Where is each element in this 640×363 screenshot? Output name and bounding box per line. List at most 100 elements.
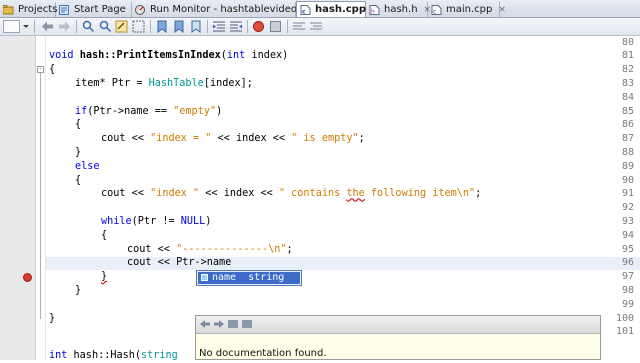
code-token: " is empty" <box>291 133 359 145</box>
code-token: " contains <box>278 188 347 200</box>
toggle-rectangular-selection-icon[interactable] <box>132 20 146 33</box>
line-number: 94 <box>621 229 634 241</box>
code-token: cout << <box>101 133 151 145</box>
toolbar-separator <box>207 20 208 33</box>
forward-icon[interactable] <box>58 20 72 33</box>
next-bookmark-icon[interactable] <box>172 20 186 33</box>
documentation-text: No documentation found. <box>199 348 327 359</box>
toggle-bookmark-icon[interactable] <box>189 20 203 33</box>
code-token: cout << <box>127 243 177 255</box>
svg-text:c: c <box>302 8 306 15</box>
line-number: 96 <box>621 257 634 269</box>
stop-macro-icon[interactable] <box>269 20 283 33</box>
code-token: "index = " <box>150 133 212 145</box>
code-line-86[interactable]: { <box>75 118 81 132</box>
doc-open-browser-icon[interactable] <box>241 319 253 329</box>
toolbar-separator <box>34 20 35 33</box>
code-token: ) <box>216 105 223 117</box>
line-number: 101 <box>615 326 634 338</box>
line-number: 83 <box>621 78 634 89</box>
svg-text:c: c <box>433 8 436 15</box>
line-number: 90 <box>621 174 634 186</box>
cpp-file-icon: c <box>431 4 442 15</box>
code-token: "--------------\n" <box>176 243 287 255</box>
code-line-96[interactable]: cout << Ptr->name <box>127 256 231 270</box>
editor-toolbar <box>0 18 640 36</box>
code-line-100[interactable]: } <box>49 312 55 326</box>
code-token: (Ptr->name == <box>87 105 174 117</box>
tab-run-monitor[interactable]: Run Monitor - hashtablevideo × <box>132 2 311 17</box>
code-token: while <box>101 216 132 227</box>
find-next-icon[interactable] <box>98 20 112 33</box>
field-icon <box>201 274 208 281</box>
uncomment-icon[interactable] <box>309 20 323 33</box>
start-page-icon <box>59 4 70 15</box>
code-token: hash::Hash( <box>67 350 142 361</box>
code-line-83[interactable]: item* Ptr = HashTable[index]; <box>75 77 253 91</box>
code-line-94[interactable]: { <box>101 229 107 243</box>
code-line-89[interactable]: else <box>75 160 100 174</box>
doc-source-icon[interactable] <box>227 319 239 329</box>
close-icon[interactable]: × <box>498 5 506 15</box>
tab-projects[interactable]: Projects <box>0 2 58 17</box>
line-number: 86 <box>621 119 634 131</box>
line-number: 97 <box>621 271 634 283</box>
source-history-dropdown[interactable] <box>3 20 31 33</box>
shift-right-icon[interactable] <box>229 20 243 33</box>
code-line-90[interactable]: { <box>75 174 81 188</box>
code-token: ) <box>205 216 212 227</box>
line-number: 81 <box>621 50 634 62</box>
code-line-95[interactable]: cout << "--------------\n"; <box>127 243 293 257</box>
tab-hash-h[interactable]: h hash.h × <box>366 2 431 17</box>
doc-forward-icon[interactable] <box>213 319 225 329</box>
tab-label: Projects <box>18 4 58 15</box>
code-line-88[interactable]: } <box>75 146 81 160</box>
documentation-popup: No documentation found. <box>195 315 601 360</box>
error-marker-icon[interactable] <box>23 273 32 282</box>
previous-bookmark-icon[interactable] <box>155 20 169 33</box>
code-line-81[interactable]: void hash::PrintItemsInIndex(int index) <box>49 49 288 63</box>
record-macro-icon[interactable] <box>252 20 266 33</box>
code-completion-popup: name string <box>196 270 302 286</box>
line-number: 93 <box>621 216 634 227</box>
comment-icon[interactable] <box>292 20 306 33</box>
toggle-highlight-icon[interactable] <box>115 20 129 33</box>
code-token: int <box>226 50 246 62</box>
completion-item-type: string <box>248 272 285 283</box>
completion-item-name: name <box>212 272 237 283</box>
completion-item-selected[interactable]: name string <box>198 272 300 284</box>
line-number: 84 <box>621 91 634 103</box>
code-line-97[interactable]: } <box>101 270 107 284</box>
code-token: ; <box>286 243 293 255</box>
code-line-102[interactable]: int hash::Hash(string <box>49 349 178 363</box>
line-number: 87 <box>621 133 634 145</box>
code-token: following item\n" <box>364 188 476 200</box>
line-number: 85 <box>621 105 634 117</box>
code-token: ; <box>358 133 365 145</box>
code-line-98[interactable]: } <box>75 284 81 298</box>
tab-label: Start Page <box>74 4 126 15</box>
code-token: string <box>141 350 178 361</box>
fold-collapse-icon[interactable]: - <box>37 66 44 73</box>
code-token: cout << <box>101 188 151 200</box>
code-line-91[interactable]: cout << "index " << index << " contains … <box>101 187 481 201</box>
find-previous-icon[interactable] <box>81 20 95 33</box>
code-line-93[interactable]: while(Ptr != NULL) <box>101 215 211 229</box>
shift-left-icon[interactable] <box>212 20 226 33</box>
code-token: int <box>49 350 68 361</box>
toolbar-separator <box>287 20 288 33</box>
code-token: << index << <box>199 188 279 200</box>
doc-back-icon[interactable] <box>199 319 211 329</box>
code-line-87[interactable]: cout << "index = " << index << " is empt… <box>101 132 365 146</box>
tab-main-cpp[interactable]: c main.cpp × <box>428 2 506 17</box>
back-icon[interactable] <box>40 20 54 33</box>
tab-start-page[interactable]: Start Page <box>56 2 132 17</box>
line-number: 92 <box>621 202 634 214</box>
code-token: index) <box>245 50 289 62</box>
line-number-gutter <box>0 36 36 360</box>
code-line-85[interactable]: if(Ptr->name == "empty") <box>75 105 222 119</box>
code-token: HashTable <box>148 78 204 89</box>
tab-hash-cpp[interactable]: c hash.cpp × <box>296 1 380 17</box>
documentation-toolbar <box>196 316 600 334</box>
code-line-82[interactable]: { <box>49 63 55 77</box>
